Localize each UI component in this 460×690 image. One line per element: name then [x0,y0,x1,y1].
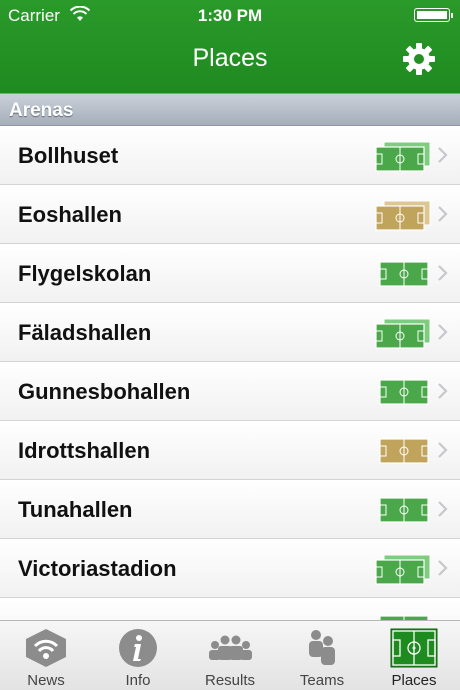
chevron-right-icon [438,560,448,576]
list-item[interactable]: Tunahallen [0,480,460,539]
arena-name: Idrottshallen [18,438,151,463]
arena-field-icon [379,497,429,523]
arena-field-icon [379,615,429,620]
list-item[interactable]: Eoshallen [0,185,460,244]
arena-name: Victoriastadion [18,556,177,581]
chevron-right-icon [438,324,448,340]
tab-results[interactable]: Results [184,621,276,690]
tab-teams[interactable]: Teams [276,621,368,690]
list-item-partial[interactable] [0,598,460,620]
chevron-right-icon [438,442,448,458]
arena-name: Flygelskolan [18,261,152,286]
places-list: Bollhuset Eoshallen Flygelskolan Fäladsh… [0,126,460,620]
arena-name: Gunnesbohallen [18,379,191,404]
info-icon [119,629,157,667]
tab-label: Info [125,672,151,689]
list-item[interactable]: Victoriastadion [0,539,460,598]
news-icon [26,629,66,667]
arena-field-icon [375,200,431,231]
chevron-right-icon [438,383,448,399]
clock: 1:30 PM [197,6,263,25]
tab-label: Places [391,672,437,689]
section-title: Arenas [9,100,74,121]
chevron-right-icon [438,265,448,281]
tab-news[interactable]: News [0,621,92,690]
chevron-right-icon [438,147,448,163]
page-title: Places [192,44,268,72]
arena-name: Tunahallen [18,497,133,522]
tab-bar: News Info Results Teams Places [0,620,460,690]
navigation-header: Carrier 1:30 PM Places [0,0,460,93]
chevron-right-icon [438,206,448,222]
tab-label: News [27,672,65,689]
places-icon [390,628,438,668]
list-item[interactable]: Flygelskolan [0,244,460,303]
tab-places[interactable]: Places [368,621,460,690]
arena-field-icon [375,141,431,172]
chevron-right-icon [438,501,448,517]
gear-icon[interactable] [402,42,436,76]
tab-info[interactable]: Info [92,621,184,690]
arena-field-icon [375,318,431,349]
arena-name: Eoshallen [18,202,122,227]
arena-field-icon [379,438,429,464]
teams-icon [309,630,335,665]
results-icon [209,635,252,660]
arena-field-icon [379,261,429,287]
list-item[interactable]: Bollhuset [0,126,460,185]
arena-name: Fäladshallen [18,320,152,345]
arena-field-icon [375,554,431,585]
section-header: Arenas [0,93,460,126]
list-item[interactable]: Idrottshallen [0,421,460,480]
status-bar: Carrier 1:30 PM [0,0,460,30]
tab-label: Results [204,672,256,689]
arena-field-icon [379,379,429,405]
list-item[interactable]: Fäladshallen [0,303,460,362]
battery-icon [414,8,453,22]
list-item[interactable]: Gunnesbohallen [0,362,460,421]
arena-name: Bollhuset [18,143,119,168]
tab-label: Teams [299,672,345,689]
